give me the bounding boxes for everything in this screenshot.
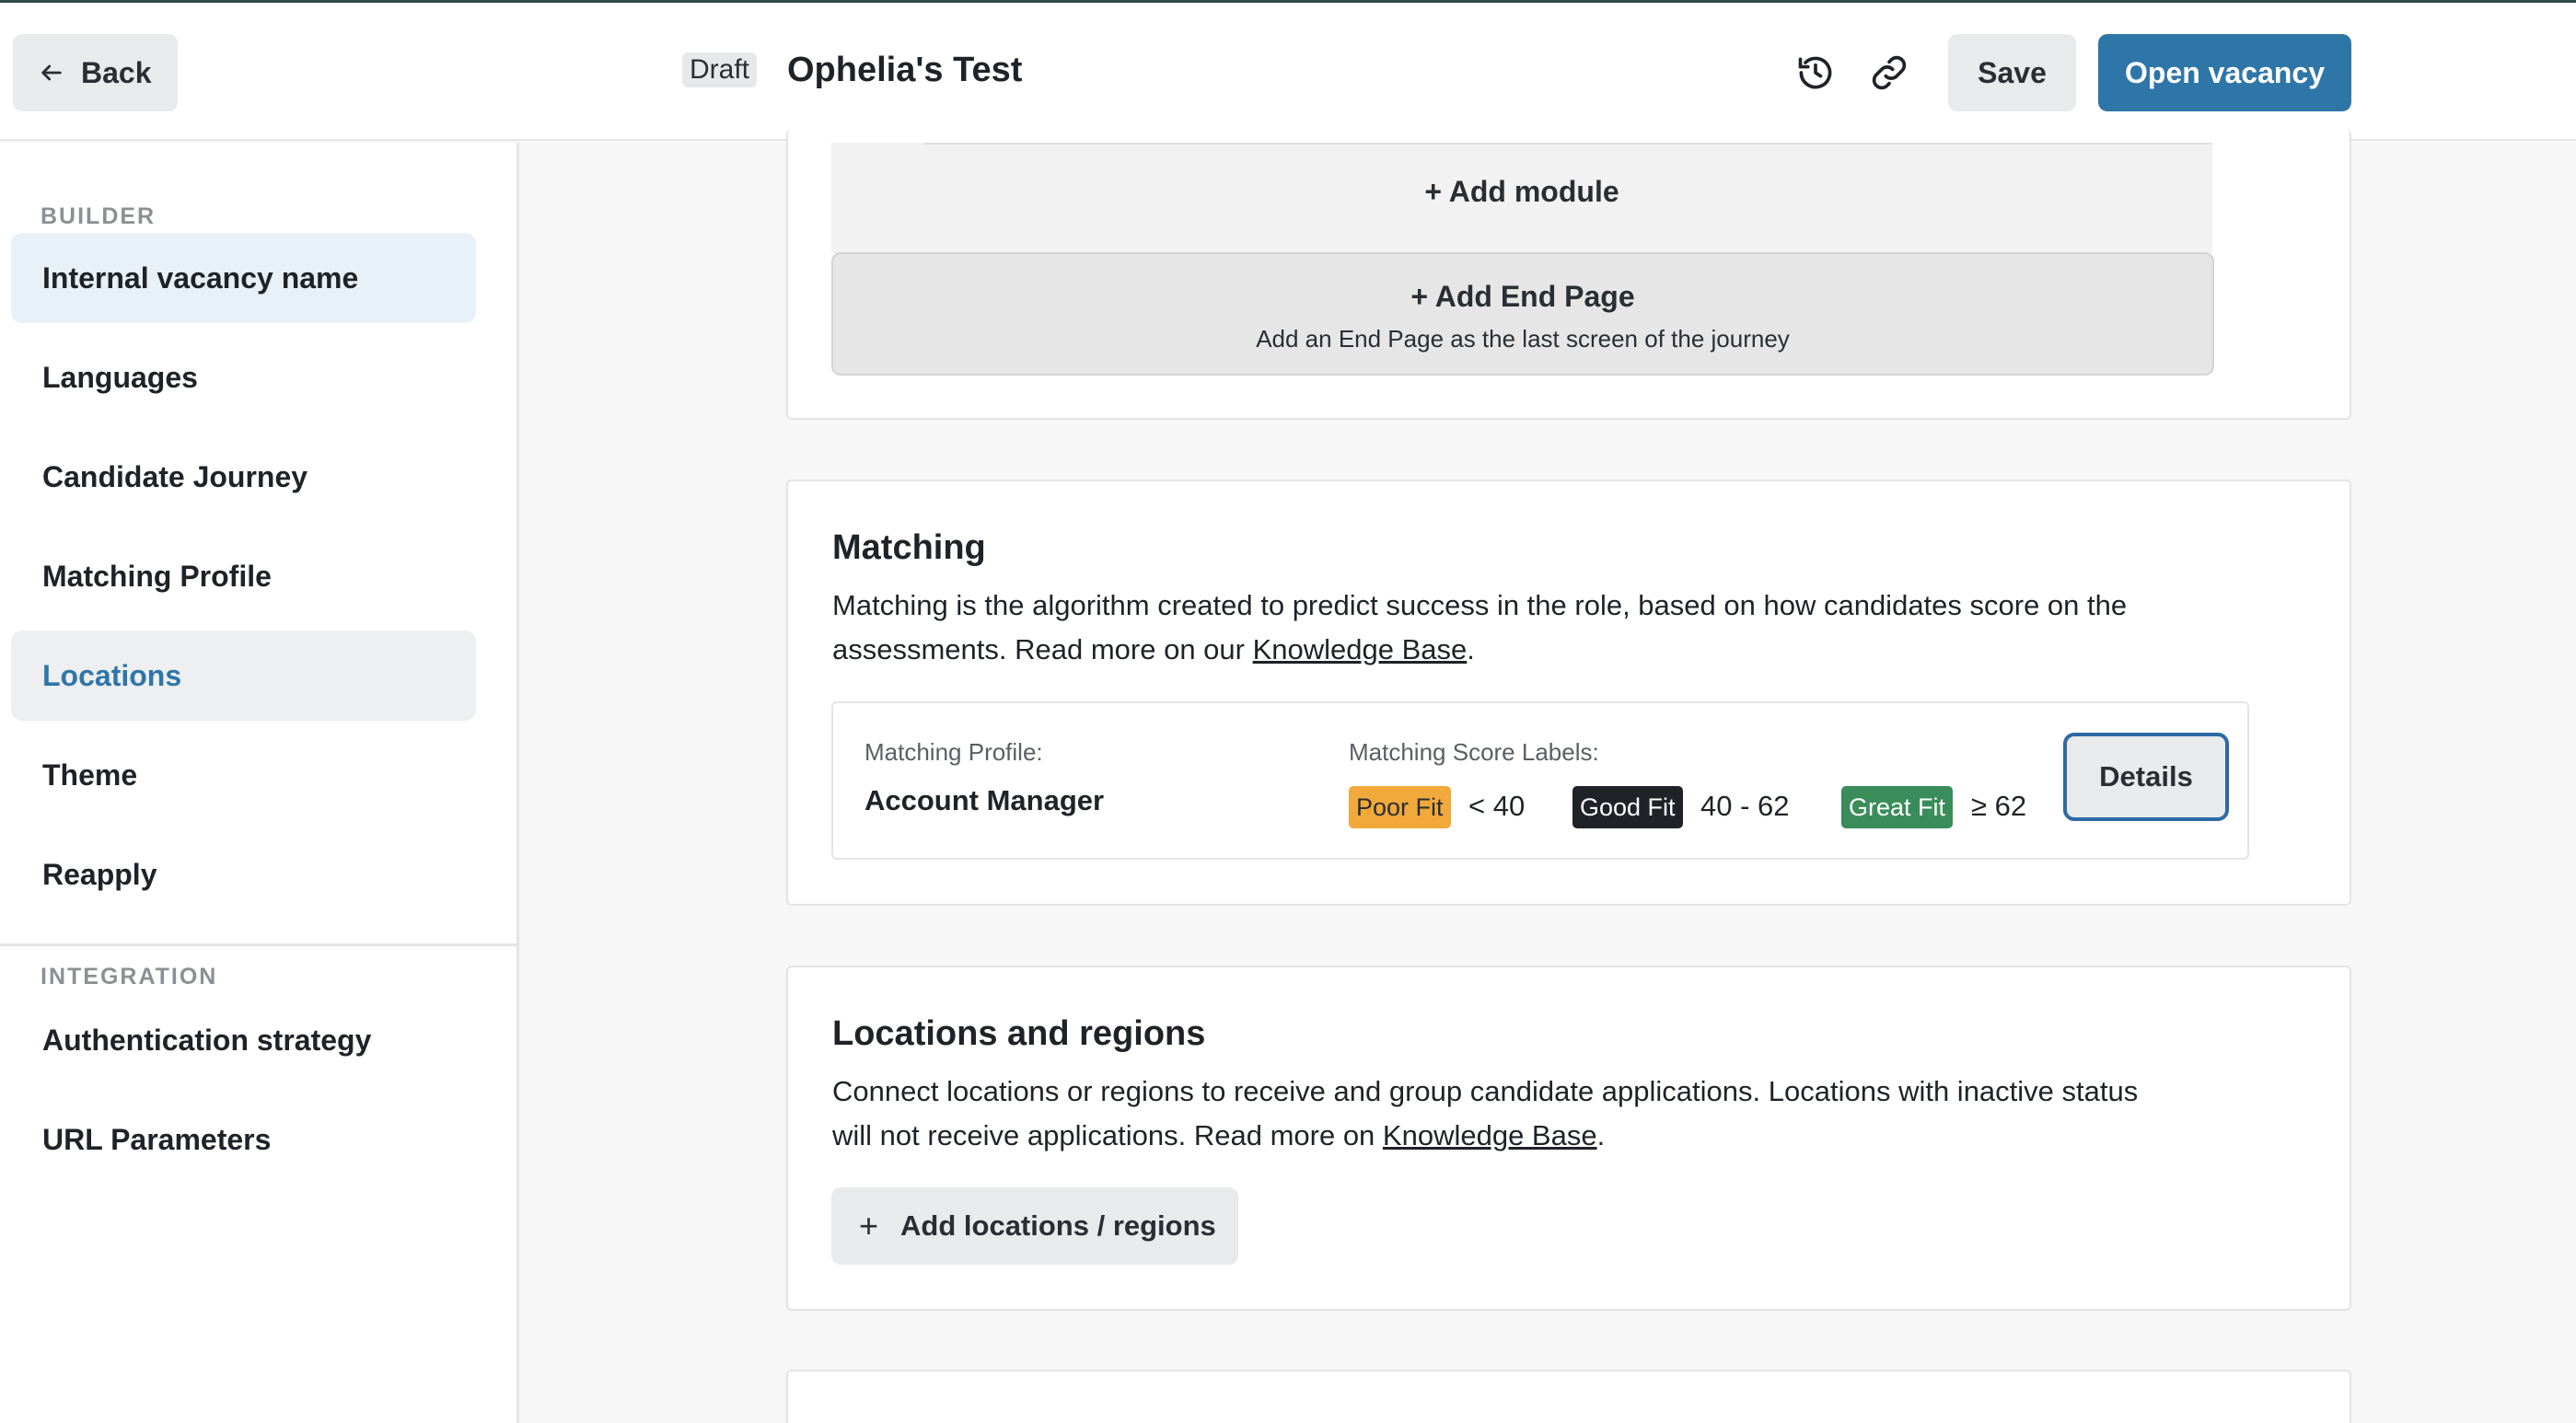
matching-title: Matching: [832, 528, 986, 567]
poor-fit-badge: Poor Fit: [1349, 786, 1451, 828]
add-module-button[interactable]: + Add module: [831, 175, 2212, 209]
matching-description-text: assessments. Read more on our: [832, 633, 1253, 665]
sidebar-divider: [0, 943, 516, 946]
locations-description-line-2: will not receive applications. Read more…: [832, 1114, 2138, 1158]
section-label-integration: INTEGRATION: [41, 964, 218, 989]
journey-module-edge: [923, 143, 2212, 145]
matching-description-period: .: [1467, 633, 1475, 665]
history-icon[interactable]: [1795, 52, 1836, 93]
sidebar-item-candidate-journey[interactable]: Candidate Journey: [11, 432, 476, 522]
add-locations-button[interactable]: + Add locations / regions: [831, 1187, 1238, 1265]
knowledge-base-link[interactable]: Knowledge Base: [1383, 1119, 1597, 1151]
back-button[interactable]: Back: [13, 34, 178, 111]
sidebar-item-internal-vacancy-name[interactable]: Internal vacancy name: [11, 233, 476, 323]
locations-description-text: will not receive applications. Read more…: [832, 1119, 1383, 1151]
add-end-page-button[interactable]: + Add End Page Add an End Page as the la…: [831, 252, 2214, 376]
sidebar-item-url-parameters[interactable]: URL Parameters: [11, 1094, 476, 1185]
great-fit-badge: Great Fit: [1841, 786, 1954, 828]
top-bar: Back Draft Ophelia's Test Save Open vaca…: [0, 3, 2576, 141]
locations-description-line-1: Connect locations or regions to receive …: [832, 1075, 2139, 1107]
locations-description: Connect locations or regions to receive …: [832, 1070, 2138, 1158]
great-fit-range: ≥ 62: [1971, 790, 2027, 822]
sidebar-item-theme[interactable]: Theme: [11, 730, 476, 820]
add-end-page-subtitle: Add an End Page as the last screen of th…: [1256, 325, 1790, 353]
add-locations-label: Add locations / regions: [900, 1209, 1216, 1242]
sidebar-item-languages[interactable]: Languages: [11, 332, 476, 422]
matching-score-labels-label: Matching Score Labels:: [1349, 738, 1599, 766]
poor-fit-range: < 40: [1468, 790, 1526, 822]
arrow-left-icon: [41, 64, 62, 81]
locations-description-period: .: [1596, 1119, 1606, 1151]
sidebar-item-reapply[interactable]: Reapply: [11, 829, 476, 920]
good-fit-range: 40 - 62: [1700, 790, 1790, 822]
back-button-label: Back: [81, 55, 152, 89]
locations-title: Locations and regions: [832, 1014, 1206, 1053]
sidebar-item-authentication-strategy[interactable]: Authentication strategy: [11, 995, 476, 1085]
matching-profile-value: Account Manager: [864, 784, 1105, 816]
matching-description: Matching is the algorithm created to pre…: [832, 584, 2127, 672]
matching-description-line-2: assessments. Read more on our Knowledge …: [832, 628, 2127, 672]
section-label-builder: BUILDER: [41, 203, 157, 229]
good-fit-badge: Good Fit: [1572, 786, 1683, 828]
save-button[interactable]: Save: [1948, 34, 2076, 111]
sidebar: BUILDER Internal vacancy name Languages …: [0, 143, 519, 1423]
matching-profile-box: Matching Profile: Account Manager Matchi…: [831, 701, 2249, 860]
link-icon[interactable]: [1869, 52, 1909, 93]
add-end-page-title: + Add End Page: [1410, 280, 1635, 313]
status-badge: Draft: [682, 52, 758, 87]
details-button[interactable]: Details: [2063, 733, 2229, 821]
matching-description-line-1: Matching is the algorithm created to pre…: [832, 589, 2128, 621]
page-title: Ophelia's Test: [787, 51, 1023, 89]
open-vacancy-button[interactable]: Open vacancy: [2098, 34, 2351, 111]
matching-profile-label: Matching Profile:: [864, 738, 1043, 766]
plus-icon: +: [859, 1207, 879, 1244]
knowledge-base-link[interactable]: Knowledge Base: [1253, 633, 1468, 665]
sidebar-item-matching-profile[interactable]: Matching Profile: [11, 531, 476, 621]
next-section-card: [786, 1370, 2351, 1423]
sidebar-item-locations[interactable]: Locations: [11, 631, 476, 721]
